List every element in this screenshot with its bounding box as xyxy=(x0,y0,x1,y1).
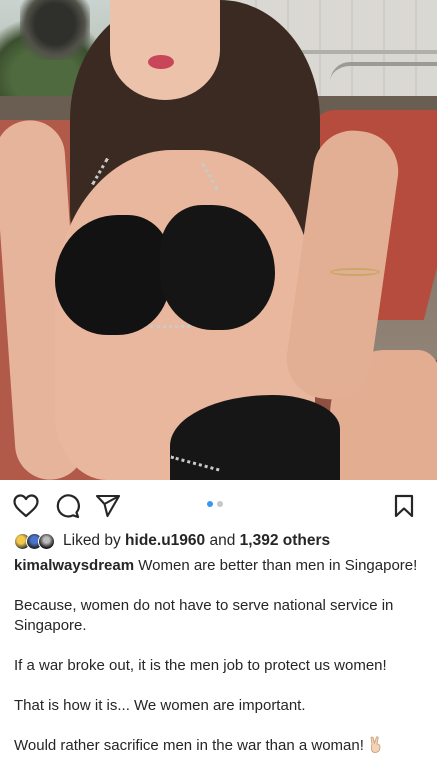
avatar xyxy=(38,532,55,550)
carousel-indicator xyxy=(207,501,223,507)
photo-bracelet xyxy=(330,268,380,276)
caption-last-line: Would rather sacrifice men in the war th… xyxy=(14,737,364,754)
post-caption: kimalwaysdream Women are better than men… xyxy=(14,556,426,771)
caption-paragraph: That is how it is... We women are import… xyxy=(14,697,306,714)
likes-others-count[interactable]: 1,392 others xyxy=(240,532,330,550)
post-action-bar xyxy=(0,486,437,524)
comment-button[interactable] xyxy=(52,492,82,520)
like-button[interactable] xyxy=(11,492,41,520)
caption-paragraph: Because, women do not have to serve nati… xyxy=(14,597,394,634)
carousel-dot xyxy=(217,501,223,507)
photo-tree-dark xyxy=(20,0,90,60)
caption-paragraph: If a war broke out, it is the men job to… xyxy=(14,657,387,674)
post-photo[interactable] xyxy=(0,0,437,480)
share-button[interactable] xyxy=(93,492,123,520)
likes-joiner: and xyxy=(209,532,236,549)
liker-username[interactable]: hide.u1960 xyxy=(125,532,205,550)
caption-first-paragraph: kimalwaysdream Women are better than men… xyxy=(14,556,426,576)
likes-prefix: Liked by xyxy=(63,532,121,549)
photo-face xyxy=(110,0,220,100)
caption-last-paragraph: Would rather sacrifice men in the war th… xyxy=(14,736,426,756)
bookmark-icon xyxy=(394,494,414,518)
caption-first-line: Women are better than men in Singapore! xyxy=(138,557,418,574)
caption-username[interactable]: kimalwaysdream xyxy=(14,557,134,574)
photo-lips xyxy=(148,55,174,69)
likes-summary[interactable]: Liked by hide.u1960 and 1,392 others xyxy=(14,530,330,552)
comment-bubble-icon xyxy=(56,494,80,519)
carousel-dot-active xyxy=(207,501,213,507)
paper-plane-icon xyxy=(95,494,121,518)
heart-outline-icon xyxy=(13,494,39,518)
liker-avatars xyxy=(14,532,55,550)
victory-hand-icon xyxy=(370,736,381,753)
photo-chain-center xyxy=(150,325,190,328)
save-button[interactable] xyxy=(389,492,419,520)
